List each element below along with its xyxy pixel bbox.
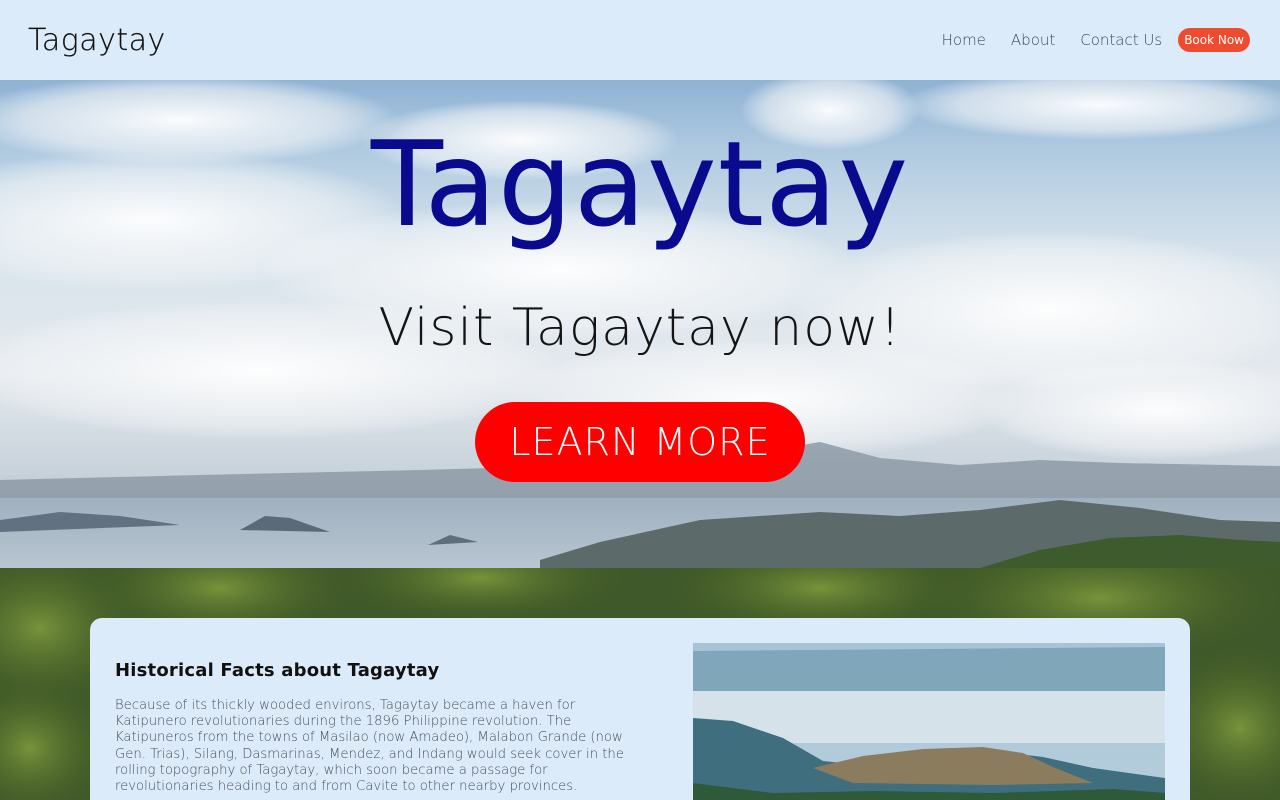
nav-links: Home About Contact Us Book Now [917, 28, 1250, 52]
facts-card: Historical Facts about Tagaytay Because … [90, 618, 1190, 800]
hero-title: Tagaytay [370, 115, 910, 253]
hero-section: Tagaytay Visit Tagaytay now! LEARN MORE [0, 80, 1280, 568]
learn-more-button[interactable]: LEARN MORE [475, 402, 805, 482]
navbar: Tagaytay Home About Contact Us Book Now [0, 0, 1280, 80]
facts-heading: Historical Facts about Tagaytay [115, 660, 440, 681]
nav-link-contact-us[interactable]: Contact Us [1080, 31, 1162, 49]
facts-body: Because of its thickly wooded environs, … [115, 698, 624, 795]
hero-subtitle: Visit Tagaytay now! [378, 298, 902, 358]
nav-link-home[interactable]: Home [942, 31, 986, 49]
book-now-button[interactable]: Book Now [1178, 28, 1250, 52]
nav-link-about[interactable]: About [1011, 31, 1055, 49]
taal-volcano-image [693, 643, 1165, 800]
brand-logo[interactable]: Tagaytay [28, 22, 166, 57]
